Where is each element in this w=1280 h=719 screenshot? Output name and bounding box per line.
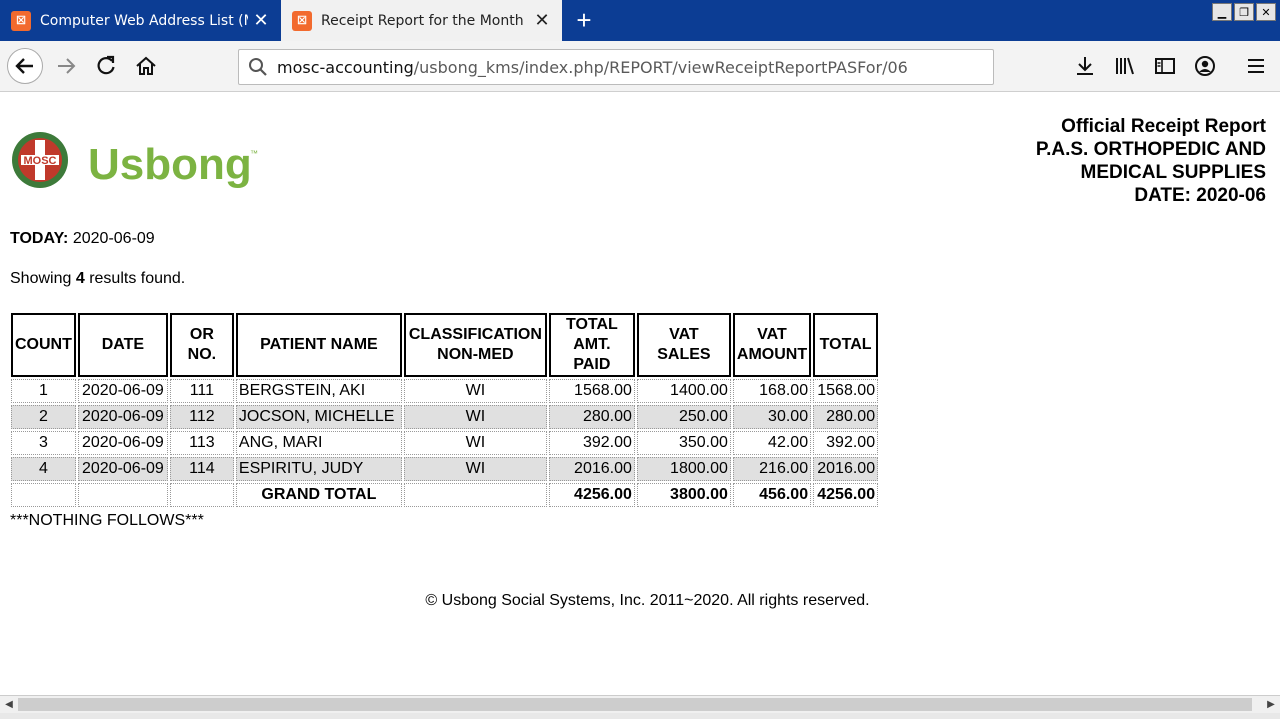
table-row: 2 2020-06-09 112 JOCSON, MICHELLE WI 280…: [11, 405, 879, 429]
col-patient-name: PATIENT NAME: [235, 313, 402, 377]
account-icon: [1195, 56, 1215, 76]
grand-total-label: GRAND TOTAL: [235, 483, 402, 507]
page-content: MOSC Usbong ™ Official Receipt Report P.…: [0, 92, 1280, 695]
url-text: mosc-accounting/usbong_kms/index.php/REP…: [277, 58, 908, 77]
address-bar[interactable]: mosc-accounting/usbong_kms/index.php/REP…: [238, 49, 994, 85]
tab-label: Computer Web Address List (MOSC: [40, 12, 248, 29]
report-title-block: Official Receipt Report P.A.S. ORTHOPEDI…: [1036, 115, 1266, 207]
usbong-logo: MOSC Usbong ™: [12, 132, 262, 190]
window-controls: ▁ ❐ ✕: [1212, 3, 1276, 21]
scroll-left-arrow-icon[interactable]: ◀: [0, 696, 18, 713]
today-line: TODAY: 2020-06-09: [10, 230, 155, 248]
library-icon: [1116, 57, 1134, 75]
table-header-row: COUNT DATE OR NO. PATIENT NAME CLASSIFIC…: [11, 313, 879, 377]
col-count: COUNT: [11, 313, 76, 377]
table-row: 1 2020-06-09 111 BERGSTEIN, AKI WI 1568.…: [11, 379, 879, 403]
receipt-report-table: COUNT DATE OR NO. PATIENT NAME CLASSIFIC…: [9, 311, 880, 509]
today-label: TODAY:: [10, 230, 69, 247]
copyright-footer: © Usbong Social Systems, Inc. 2011~2020.…: [425, 592, 870, 609]
url-path: /usbong_kms/index.php/REPORT/viewReceipt…: [413, 57, 908, 77]
grand-total-total: 4256.00: [813, 483, 879, 507]
reload-button[interactable]: [90, 50, 122, 82]
col-total: TOTAL: [813, 313, 879, 377]
col-vat-amount: VAT AMOUNT: [732, 313, 812, 377]
col-classification: CLASSIFICATION NON-MED: [403, 313, 547, 377]
xampp-icon: ☒: [292, 10, 312, 31]
sidebar-icon: [1155, 58, 1175, 74]
svg-text:™: ™: [250, 149, 258, 158]
search-icon: [247, 56, 269, 78]
company-name-line2: MEDICAL SUPPLIES: [1080, 162, 1266, 183]
logo-brand-text: Usbong: [88, 140, 252, 189]
restore-button[interactable]: ❐: [1234, 3, 1254, 21]
hamburger-menu-icon: [1248, 59, 1264, 73]
logo-badge-text: MOSC: [24, 155, 57, 167]
reload-icon: [97, 55, 115, 75]
nothing-follows-note: ***NOTHING FOLLOWS***: [10, 512, 204, 529]
minimize-button[interactable]: ▁: [1212, 3, 1232, 21]
grand-total-vat-amount: 456.00: [732, 483, 812, 507]
col-date: DATE: [77, 313, 168, 377]
report-date: DATE: 2020-06: [1134, 185, 1266, 206]
col-or-no: OR NO.: [169, 313, 234, 377]
tab-receipt-report[interactable]: ☒ Receipt Report for the Month (PAS ✕: [281, 0, 562, 41]
back-button[interactable]: [7, 48, 43, 84]
xampp-icon: ☒: [11, 10, 31, 31]
downloads-button[interactable]: [1069, 50, 1101, 82]
url-host: mosc-accounting: [277, 57, 414, 77]
report-title: Official Receipt Report: [1061, 116, 1266, 137]
table-row: 4 2020-06-09 114 ESPIRITU, JUDY WI 2016.…: [11, 457, 879, 481]
forward-button[interactable]: [50, 50, 82, 82]
table-row: 3 2020-06-09 113 ANG, MARI WI 392.00 350…: [11, 431, 879, 455]
navigation-bar: mosc-accounting/usbong_kms/index.php/REP…: [0, 41, 1280, 92]
close-tab-icon[interactable]: ✕: [251, 10, 271, 30]
results-count: 4: [75, 270, 85, 287]
sidebar-button[interactable]: [1149, 50, 1181, 82]
library-button[interactable]: [1109, 50, 1141, 82]
tab-strip: ☒ Computer Web Address List (MOSC ✕ ☒ Re…: [0, 0, 1280, 41]
tab-computer-web-address-list[interactable]: ☒ Computer Web Address List (MOSC ✕: [0, 0, 281, 41]
grand-total-vat-sales: 3800.00: [636, 483, 731, 507]
account-button[interactable]: [1189, 50, 1221, 82]
home-icon: [136, 56, 156, 75]
scrollbar-thumb[interactable]: [18, 698, 1252, 711]
company-name-line1: P.A.S. ORTHOPEDIC AND: [1035, 139, 1266, 160]
new-tab-button[interactable]: +: [570, 5, 598, 35]
menu-button[interactable]: [1240, 50, 1272, 82]
tab-label: Receipt Report for the Month (PAS: [321, 12, 529, 29]
forward-arrow-icon: [58, 58, 76, 74]
grand-total-amt-paid: 4256.00: [548, 483, 635, 507]
close-tab-icon[interactable]: ✕: [532, 10, 552, 30]
home-button[interactable]: [130, 50, 162, 82]
back-arrow-icon: [15, 58, 33, 74]
status-strip: [0, 713, 1280, 719]
download-icon: [1077, 57, 1093, 75]
col-total-amt-paid: TOTAL AMT. PAID: [548, 313, 635, 377]
close-window-button[interactable]: ✕: [1256, 3, 1276, 21]
results-count-line: Showing 4 results found.: [10, 270, 186, 287]
col-vat-sales: VAT SALES: [636, 313, 731, 377]
scroll-right-arrow-icon[interactable]: ▶: [1262, 696, 1280, 713]
grand-total-row: GRAND TOTAL 4256.00 3800.00 456.00 4256.…: [11, 483, 879, 507]
horizontal-scrollbar[interactable]: ◀ ▶: [0, 695, 1280, 713]
today-value: 2020-06-09: [72, 230, 155, 247]
